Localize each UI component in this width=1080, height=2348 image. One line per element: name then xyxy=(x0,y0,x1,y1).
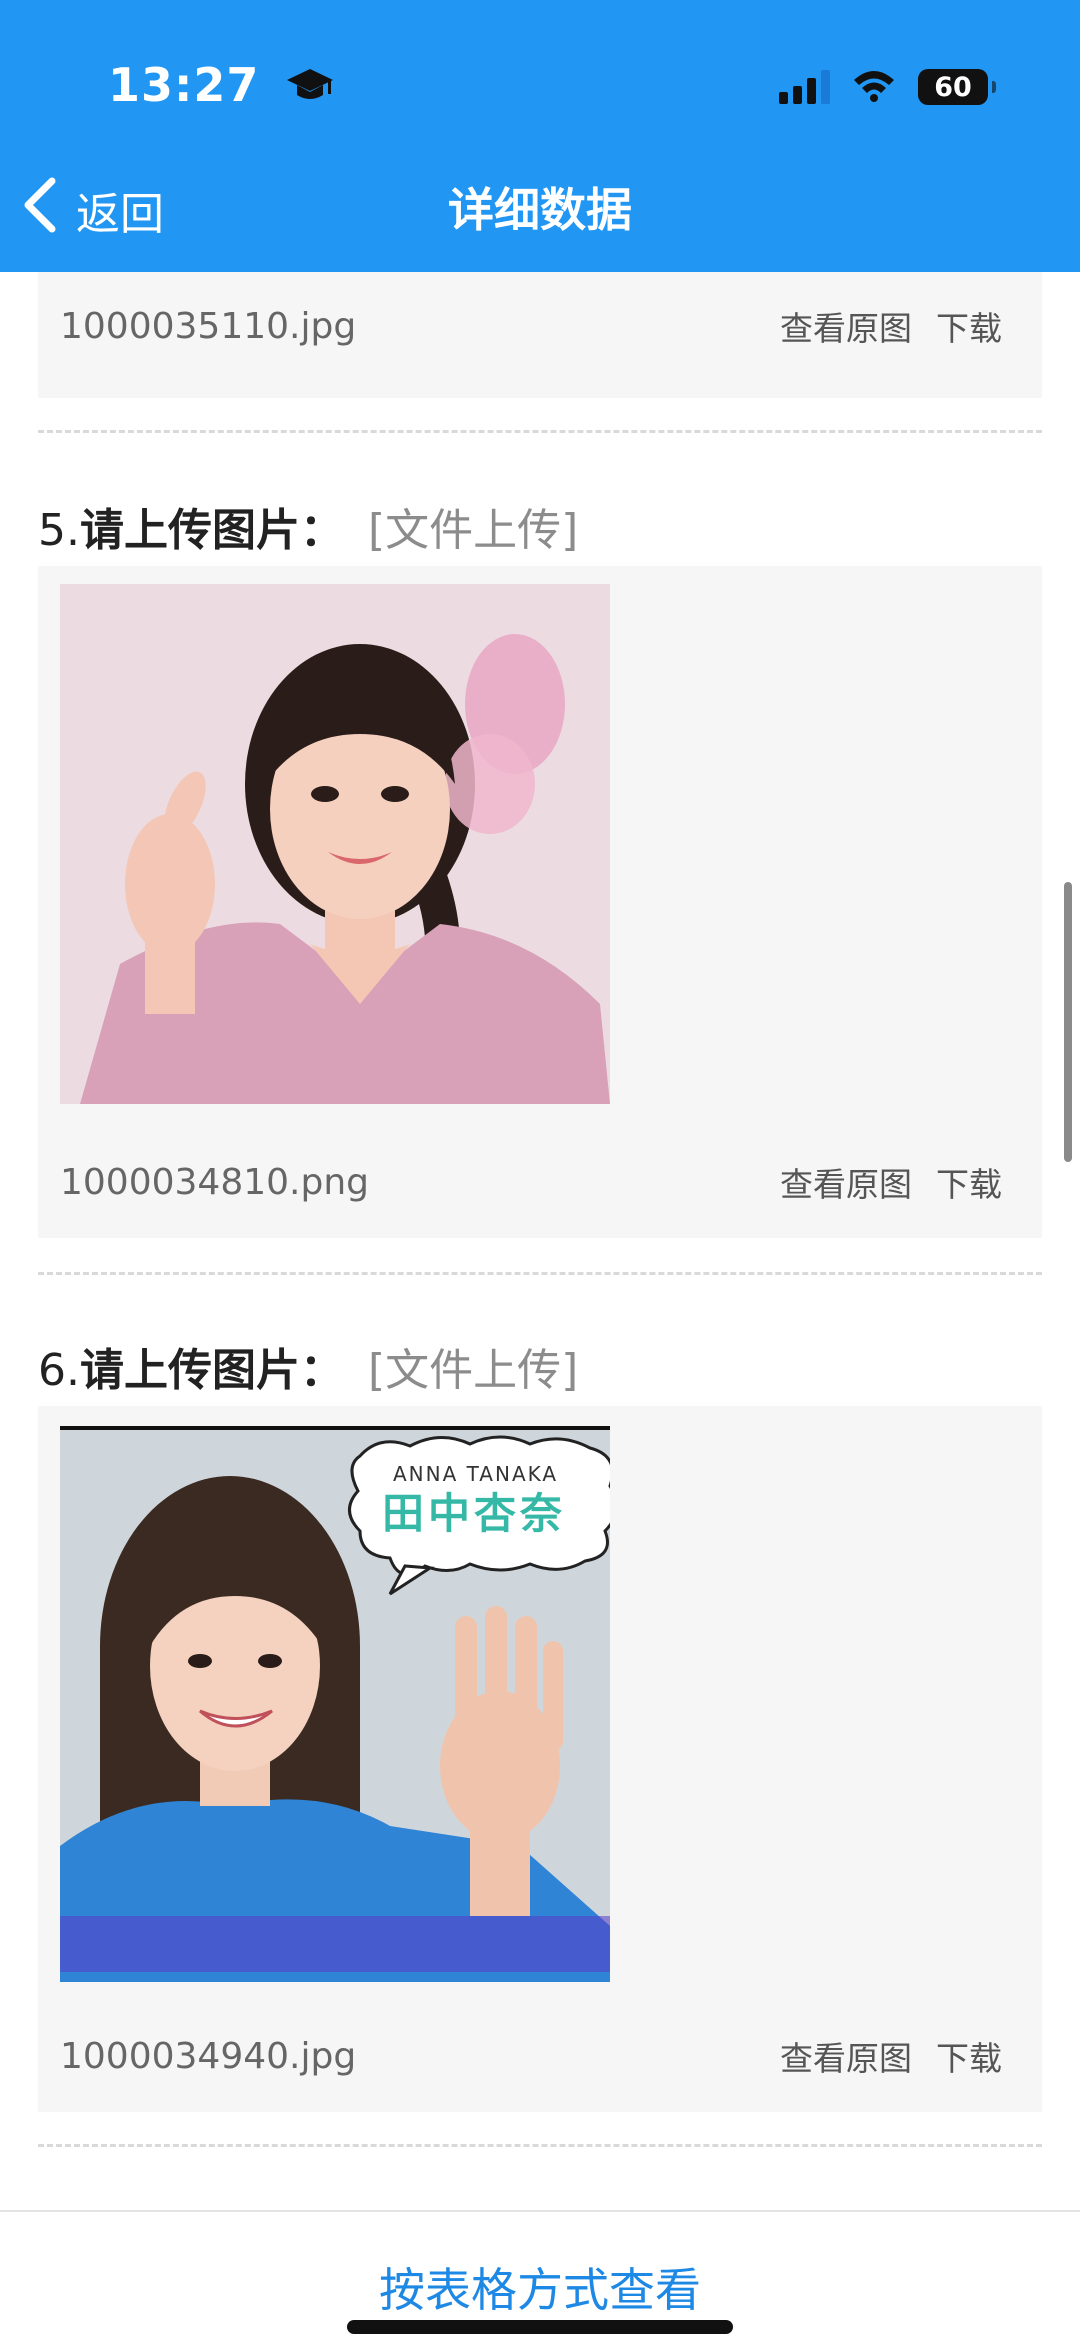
bubble-caption-main: 田中杏奈 xyxy=(382,1489,566,1538)
app-header: 13:27 60 返回 详细数据 xyxy=(0,0,1080,272)
battery-icon: 60 xyxy=(918,69,996,105)
scrollbar[interactable] xyxy=(1064,882,1072,1162)
battery-percent: 60 xyxy=(934,71,972,103)
status-bar-time: 13:27 xyxy=(108,58,334,116)
graduation-cap-icon xyxy=(286,62,334,116)
table-view-button[interactable]: 按表格方式查看 xyxy=(0,2254,1080,2320)
download-button[interactable]: 下载 xyxy=(936,2032,1002,2080)
question-number: 6. xyxy=(38,1345,80,1396)
home-indicator[interactable] xyxy=(347,2320,733,2334)
time-label: 13:27 xyxy=(108,58,260,112)
question-type: [文件上传] xyxy=(367,1345,579,1396)
cellular-signal-icon xyxy=(779,70,830,104)
view-original-button[interactable]: 查看原图 xyxy=(780,2032,912,2080)
question-title: 6. 请上传图片： [文件上传] xyxy=(38,1334,578,1398)
bubble-caption-top: ANNA TANAKA xyxy=(393,1462,558,1486)
question-number: 5. xyxy=(38,505,80,556)
wifi-icon xyxy=(852,68,896,106)
file-name: 1000034810.png xyxy=(60,1161,370,1203)
divider xyxy=(38,1272,1042,1275)
view-original-button[interactable]: 查看原图 xyxy=(780,1158,912,1206)
file-card: 1000035110.jpg 查看原图 下载 xyxy=(38,272,1042,398)
file-card: 1000034810.png 查看原图 下载 xyxy=(38,566,1042,1238)
status-bar-right: 60 xyxy=(779,62,996,112)
download-button[interactable]: 下载 xyxy=(936,302,1002,350)
file-card: ANNA TANAKA 田中杏奈 1000034940.jpg 查看原图 下载 xyxy=(38,1406,1042,2112)
uploaded-image-thumbnail[interactable]: ANNA TANAKA 田中杏奈 xyxy=(60,1426,610,1982)
view-original-button[interactable]: 查看原图 xyxy=(780,302,912,350)
question-label: 请上传图片： xyxy=(79,505,344,556)
question-type: [文件上传] xyxy=(367,505,579,556)
bottom-bar: 按表格方式查看 xyxy=(0,2210,1080,2348)
question-label: 请上传图片： xyxy=(79,1345,344,1396)
file-name: 1000034940.jpg xyxy=(60,2035,357,2077)
divider xyxy=(38,430,1042,433)
question-title: 5. 请上传图片： [文件上传] xyxy=(38,494,578,558)
file-name: 1000035110.jpg xyxy=(60,305,357,347)
page-title: 详细数据 xyxy=(448,183,632,237)
uploaded-image-thumbnail[interactable] xyxy=(60,584,610,1104)
detail-content[interactable]: 1000035110.jpg 查看原图 下载 5. 请上传图片： [文件上传] xyxy=(0,272,1080,2210)
download-button[interactable]: 下载 xyxy=(936,1158,1002,1206)
divider xyxy=(38,2144,1042,2147)
